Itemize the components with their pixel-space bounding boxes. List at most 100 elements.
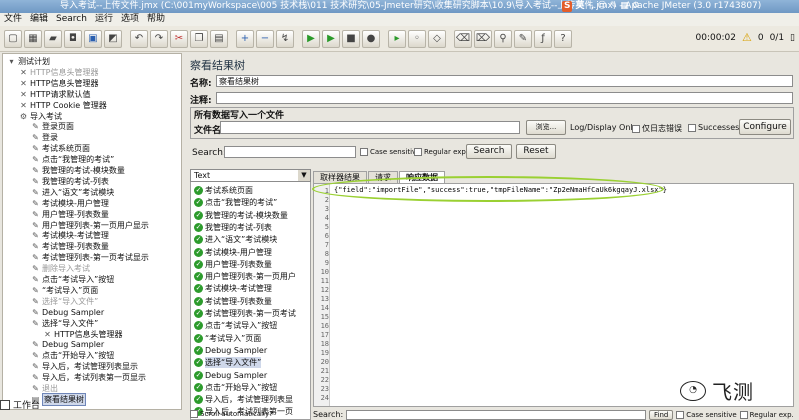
tree-node[interactable]: ✎ “考试导入”页面 (31, 285, 98, 296)
result-item[interactable]: ✓ 进入“语文”考试模块 (194, 234, 277, 245)
tree-node[interactable]: ✎ 我管理的考试-列表 (31, 176, 109, 187)
new-icon[interactable]: ▢ (4, 29, 22, 48)
tree-node[interactable]: ✎ Debug Sampler (31, 339, 104, 350)
bottom-search-input[interactable] (346, 409, 647, 420)
renderer-select[interactable]: Text ▼ (190, 169, 311, 182)
warning-icon[interactable]: ⚠ (742, 31, 752, 44)
tree-node[interactable]: ✎ 导入后，考试列表第一页显示 (31, 372, 146, 383)
templates-icon[interactable]: ▦ (24, 29, 42, 48)
start-no-pause-icon[interactable]: ▶ (322, 29, 340, 48)
collapse-icon[interactable]: − (256, 29, 274, 48)
help-icon[interactable]: ? (554, 29, 572, 48)
result-item[interactable]: ✓ 用户管理列表-第一页用户 (194, 271, 296, 282)
regex-checkbox[interactable]: Regular exp. (414, 148, 468, 156)
filename-input[interactable] (220, 121, 520, 134)
tree-node[interactable]: ✎ 登录 (31, 132, 58, 143)
result-item[interactable]: ✓ 考试管理-列表数量 (194, 296, 272, 307)
redo-icon[interactable]: ↷ (150, 29, 168, 48)
menu-options[interactable]: 选项 (121, 13, 139, 26)
result-item[interactable]: ✓ 我管理的考试-模块数量 (194, 210, 288, 221)
save-icon[interactable]: ▣ (84, 29, 102, 48)
tree-node[interactable]: ✎ 选择“导入文件” (31, 296, 98, 307)
result-item[interactable]: ✓ 点击“我管理的考试” (194, 197, 277, 208)
search-button[interactable]: Search (466, 144, 512, 159)
ime-keyboard-icon[interactable]: ▦ (620, 0, 629, 13)
tree-node[interactable]: ✎ 考试系统页面 (31, 143, 90, 154)
tree-node[interactable]: ✎ 登录页面 (31, 121, 74, 132)
bottom-regex-checkbox[interactable]: Regular exp. (739, 410, 794, 419)
result-item[interactable]: ✓ Debug Sampler (194, 345, 267, 356)
tree-node[interactable]: ✎ 点击“开始导入”按钮 (31, 350, 114, 361)
find-button[interactable]: Find (649, 409, 674, 420)
stop-icon[interactable]: ■ (342, 29, 360, 48)
tree-node[interactable]: ✕ HTTP信息头管理器 (19, 67, 98, 78)
tree-node[interactable]: ✕ HTTP Cookie 管理器 (19, 100, 107, 111)
response-text[interactable]: {"field":"importFile","success":true,"tm… (334, 186, 667, 194)
case-sensitive-checkbox[interactable]: Case sensitive (360, 148, 420, 156)
errors-only-checkbox[interactable]: 仅日志错误 (632, 123, 682, 134)
comment-input[interactable] (216, 92, 793, 104)
menu-run[interactable]: 运行 (95, 13, 113, 26)
result-item[interactable]: ✓ 我管理的考试-列表 (194, 222, 272, 233)
result-item[interactable]: ✓ 点击“开始导入”按钮 (194, 382, 277, 393)
tree-node[interactable]: ✎ 考试模块-用户管理 (31, 198, 109, 209)
result-item[interactable]: ✓ 考试模块-用户管理 (194, 247, 272, 258)
start-icon[interactable]: ▶ (302, 29, 320, 48)
result-item[interactable]: ✓ 考试系统页面 (194, 185, 253, 196)
tree-node[interactable]: ✎ 用户管理列表-第一页用户显示 (31, 220, 149, 231)
tree-node[interactable]: ✎ 考试模块-考试管理 (31, 230, 109, 241)
result-item[interactable]: ✓ 考试模块-考试管理 (194, 283, 272, 294)
ime-logo[interactable]: S (562, 1, 573, 12)
tree-node[interactable]: ✎ 用户管理-列表数量 (31, 209, 109, 220)
clear-icon[interactable]: ⌫ (454, 29, 472, 48)
clear-all-icon[interactable]: ⌦ (474, 29, 492, 48)
reset-search-icon[interactable]: ✎ (514, 29, 532, 48)
tab-response-data[interactable]: 响应数据 (399, 171, 445, 183)
tree-node[interactable]: ✎ 导入后，考试管理列表显示 (31, 361, 138, 372)
ime-lang[interactable]: 英 (575, 0, 584, 13)
test-plan-tree[interactable]: ▾ 测试计划 ✕ HTTP信息头管理器 ✕ HTTP信息头管理器 ✕ HTTP请求默认值 ✕ HT… (2, 53, 182, 410)
ime-emoji-icon[interactable]: ☺ (597, 0, 606, 13)
result-item[interactable]: ✓ 考试管理列表-第一页考试 (194, 308, 296, 319)
browse-button[interactable]: 浏览... (526, 120, 566, 135)
tree-node[interactable]: ⚙ 导入考试 (19, 111, 62, 122)
tree-node[interactable]: ✎ 我管理的考试-模块数量 (31, 165, 125, 176)
result-item[interactable]: ✓ 点击“考试导入”按钮 (194, 320, 277, 331)
search-input[interactable] (224, 146, 356, 158)
result-item[interactable]: ✓ “考试导入”页面 (194, 333, 261, 344)
menu-search[interactable]: Search (56, 13, 87, 26)
tree-node[interactable]: ✕ HTTP信息头管理器 (19, 78, 98, 89)
function-helper-icon[interactable]: ƒ (534, 29, 552, 48)
successes-checkbox[interactable]: Successes (688, 123, 739, 132)
ime-punct[interactable]: ·, (588, 0, 595, 13)
tree-node[interactable]: ▾ 测试计划 (7, 56, 50, 67)
ime-toolbar[interactable]: S 英 ·, ☺ ✎ ▦ ⚙ (562, 0, 640, 13)
cut-icon[interactable]: ✂ (170, 29, 188, 48)
tab-sampler-result[interactable]: 取样器结果 (313, 171, 367, 183)
workbench-node[interactable]: 工作台 (0, 398, 40, 411)
configure-button[interactable]: Configure (739, 119, 791, 135)
copy-icon[interactable]: ❐ (190, 29, 208, 48)
tree-node[interactable]: ✎ 删除导入考试 (31, 263, 90, 274)
expand-icon[interactable]: + (236, 29, 254, 48)
name-input[interactable]: 察看结果树 (216, 75, 793, 87)
menu-help[interactable]: 帮助 (147, 13, 165, 26)
tree-node[interactable]: ✎ 进入“语文”考试模块 (31, 187, 114, 198)
remote-start-icon[interactable]: ▸ (388, 29, 406, 48)
tree-node[interactable]: ✎ 考试管理列表-第一页考试显示 (31, 252, 149, 263)
tab-request[interactable]: 请求 (368, 171, 398, 183)
tree-node[interactable]: ✎ 点击“我管理的考试” (31, 154, 114, 165)
result-item[interactable]: ✓ 导入后，考试管理列表显 (194, 394, 293, 405)
undo-icon[interactable]: ↶ (130, 29, 148, 48)
menu-edit[interactable]: 编辑 (30, 13, 48, 26)
response-editor[interactable]: 1 2 3 4 5 6 7 8 9 10 11 12 13 14 15 16 17 18 19 20 21 22 23 24 … (313, 183, 794, 407)
tree-node[interactable]: ✕ HTTP请求默认值 (19, 89, 90, 100)
paste-icon[interactable]: ▤ (210, 29, 228, 48)
shutdown-icon[interactable]: ● (362, 29, 380, 48)
bottom-case-checkbox[interactable]: Case sensitive (676, 410, 737, 419)
toggle-icon[interactable]: ↯ (276, 29, 294, 48)
ime-settings-icon[interactable]: ⚙ (632, 0, 640, 13)
sample-results-list[interactable]: ✓ 考试系统页面 ✓ 点击“我管理的考试” ✓ 我管理的考试-模块数量 ✓ 我管理的考试-列表… (190, 169, 311, 420)
save-screenshot-icon[interactable]: ◩ (104, 29, 122, 48)
reset-button[interactable]: Reset (516, 144, 556, 159)
